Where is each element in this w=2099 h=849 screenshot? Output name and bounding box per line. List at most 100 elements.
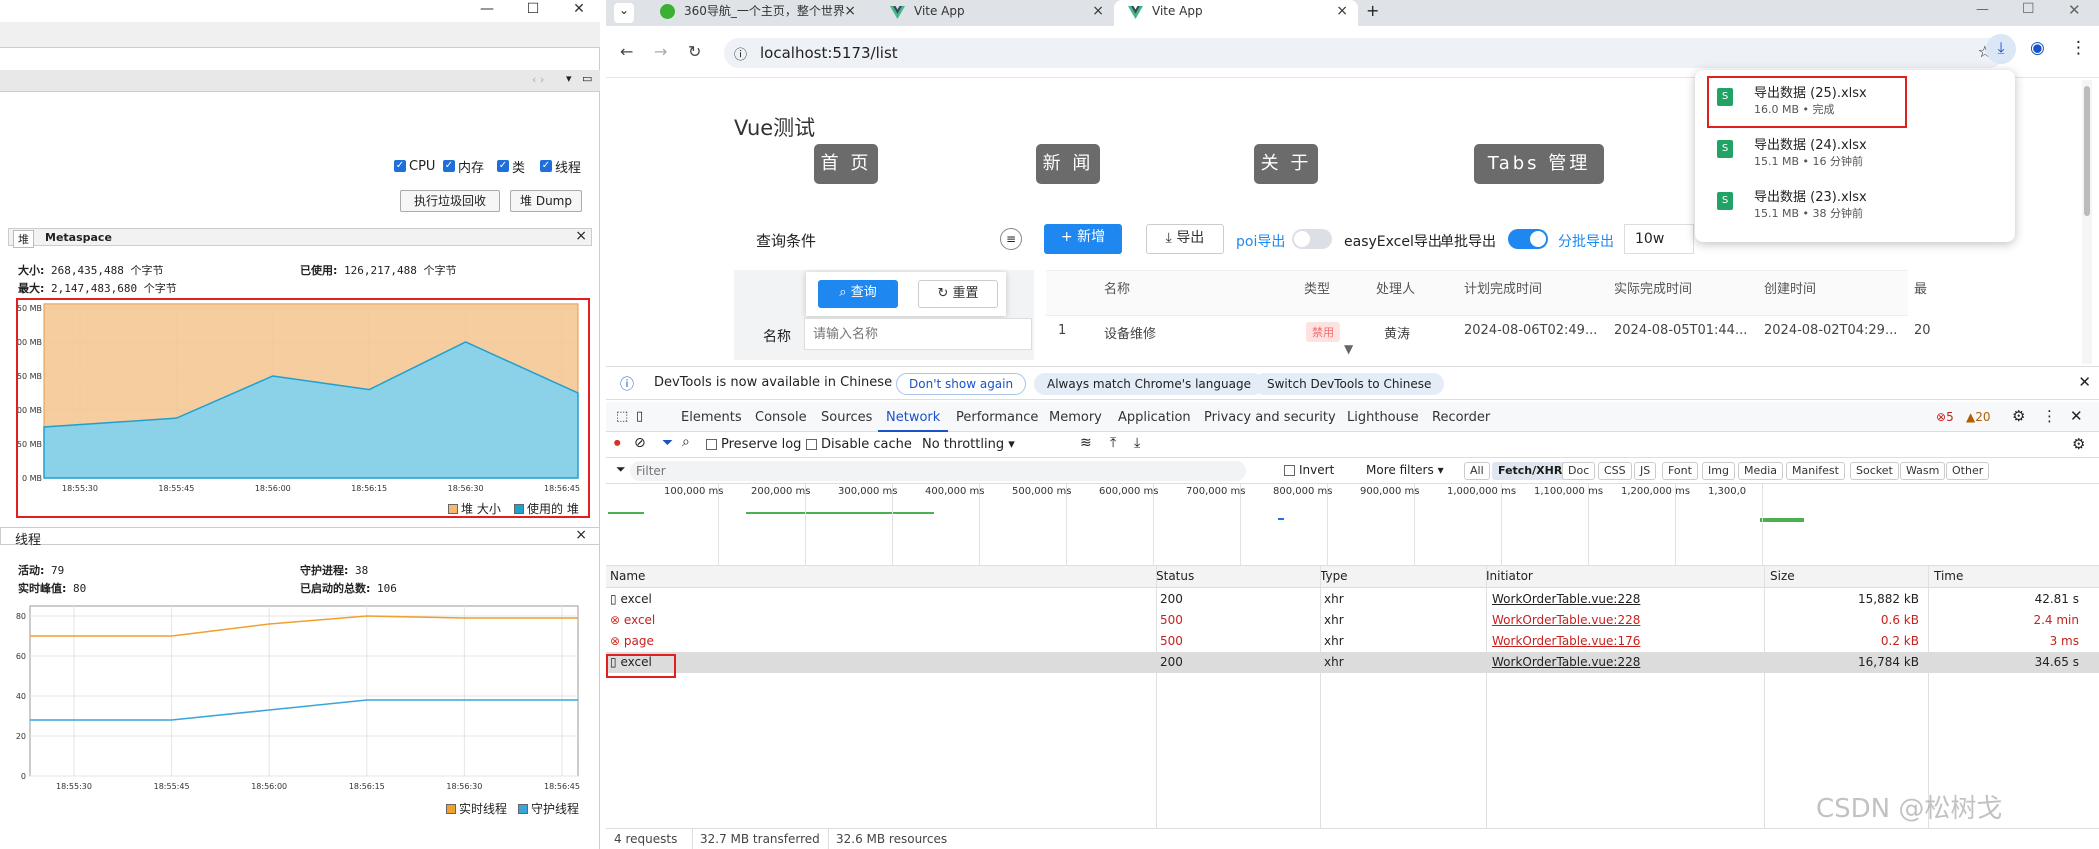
- batch-mode-toggle[interactable]: [1508, 229, 1548, 249]
- inspect-icon[interactable]: ⬚: [616, 409, 628, 424]
- forward-icon[interactable]: →: [654, 42, 667, 61]
- reset-button[interactable]: ↻ 重置: [918, 280, 998, 308]
- nav-about[interactable]: 关 于: [1254, 144, 1318, 184]
- close-icon[interactable]: ×: [1336, 0, 1348, 22]
- nav-arrows-icon[interactable]: ‹ ›: [532, 73, 544, 86]
- request-initiator[interactable]: WorkOrderTable.vue:228: [1492, 592, 1640, 606]
- request-initiator[interactable]: WorkOrderTable.vue:228: [1492, 613, 1640, 627]
- url-box[interactable]: ⓘ localhost:5173/list ☆: [724, 38, 2004, 68]
- settings-icon[interactable]: ⚙: [2012, 407, 2025, 425]
- more-icon[interactable]: ⋮: [2042, 407, 2057, 425]
- network-timeline[interactable]: 100,000 ms 200,000 ms 300,000 ms 400,000 ms…: [606, 484, 2099, 566]
- filter-chip-manifest[interactable]: Manifest: [1786, 462, 1845, 480]
- tab-vite-1[interactable]: Vite App ×: [876, 0, 1114, 26]
- close-button[interactable]: ✕: [556, 0, 602, 22]
- batch-size-input[interactable]: 10w: [1624, 224, 1694, 254]
- minimize-icon[interactable]: —: [1976, 2, 1989, 17]
- tab-vite-active[interactable]: Vite App ×: [1114, 0, 1358, 26]
- tab-lighthouse[interactable]: Lighthouse: [1347, 410, 1419, 425]
- maximize-icon[interactable]: ☐: [2022, 1, 2035, 17]
- tab-search-icon[interactable]: ⌄: [614, 3, 634, 23]
- tab-360[interactable]: 360导航_一个主页，整个世界 ×: [646, 0, 866, 26]
- download-item[interactable]: S 导出数据 (24).xlsx 15.1 MB • 16 分钟前: [1709, 128, 2009, 174]
- close-icon[interactable]: ×: [575, 527, 587, 543]
- clear-icon[interactable]: ⊘: [634, 435, 646, 451]
- tab-memory[interactable]: Memory: [1049, 410, 1102, 425]
- col-time[interactable]: Time: [1934, 569, 1963, 583]
- filter-input[interactable]: [630, 461, 1246, 481]
- disable-cache-checkbox[interactable]: Disable cache: [806, 437, 912, 452]
- col-size[interactable]: Size: [1770, 569, 1795, 583]
- table-row[interactable]: ⊗ page 500 xhr WorkOrderTable.vue:176 0.2 kB…: [606, 631, 2099, 652]
- col-type[interactable]: Type: [1320, 569, 1348, 583]
- tab-privacy[interactable]: Privacy and security: [1204, 410, 1336, 425]
- switch-language-button[interactable]: Switch DevTools to Chinese: [1254, 373, 1445, 395]
- wifi-icon[interactable]: ≋: [1080, 435, 1092, 451]
- site-info-icon[interactable]: ⓘ: [734, 44, 747, 63]
- dont-show-button[interactable]: Don't show again: [896, 373, 1027, 395]
- tab-application[interactable]: Application: [1118, 410, 1191, 425]
- filter-chip-all[interactable]: All: [1464, 462, 1490, 480]
- tab-console[interactable]: Console: [755, 410, 807, 425]
- filter-chip-font[interactable]: Font: [1662, 462, 1698, 480]
- filter-chip-media[interactable]: Media: [1738, 462, 1784, 480]
- filter-icon[interactable]: ⏷: [662, 435, 673, 451]
- gc-button[interactable]: 执行垃圾回收: [400, 190, 500, 212]
- nav-tabs-manage[interactable]: Tabs 管理: [1474, 144, 1604, 184]
- page-scrollbar[interactable]: [2082, 80, 2092, 364]
- threads-checkbox[interactable]: ✓ 线程: [540, 158, 581, 176]
- minimize-button[interactable]: —: [464, 0, 510, 22]
- heap-dump-button[interactable]: 堆 Dump: [510, 190, 582, 212]
- col-name[interactable]: Name: [610, 569, 645, 583]
- import-icon[interactable]: ⤒: [1110, 435, 1116, 451]
- throttling-select[interactable]: No throttling ▾: [922, 437, 1015, 452]
- tab-elements[interactable]: Elements: [681, 410, 742, 425]
- close-window-icon[interactable]: ✕: [2068, 1, 2081, 19]
- close-devtools-icon[interactable]: ✕: [2070, 407, 2083, 425]
- close-icon[interactable]: ×: [844, 0, 856, 22]
- filter-chip-css[interactable]: CSS: [1598, 462, 1632, 480]
- filter-chip-doc[interactable]: Doc: [1562, 462, 1596, 480]
- menu-icon[interactable]: ≡: [1000, 228, 1022, 250]
- maximize-button[interactable]: ☐: [510, 0, 556, 22]
- dropdown-arrow-icon[interactable]: ▼: [1344, 342, 1353, 356]
- profile-icon[interactable]: ◉: [2030, 38, 2045, 58]
- tab-recorder[interactable]: Recorder: [1432, 410, 1490, 425]
- filter-chip-img[interactable]: Img: [1702, 462, 1735, 480]
- tab-sources[interactable]: Sources: [821, 410, 872, 425]
- add-button[interactable]: + 新增: [1044, 224, 1122, 254]
- dropdown-icon[interactable]: ▾: [566, 72, 572, 85]
- classes-checkbox[interactable]: ✓ 类: [497, 158, 525, 176]
- request-initiator[interactable]: WorkOrderTable.vue:228: [1492, 655, 1640, 669]
- record-icon[interactable]: ⏺: [614, 436, 621, 451]
- error-count[interactable]: ⊗5: [1936, 410, 1954, 424]
- close-icon[interactable]: ✕: [2078, 373, 2091, 391]
- tab-metaspace[interactable]: Metaspace: [45, 231, 112, 244]
- filter-chip-js[interactable]: JS: [1634, 462, 1657, 480]
- filter-chip-wasm[interactable]: Wasm: [1900, 462, 1946, 480]
- new-tab-button[interactable]: +: [1366, 1, 1379, 20]
- export-icon[interactable]: ⤓: [1134, 435, 1140, 451]
- cpu-checkbox[interactable]: ✓ CPU: [394, 158, 435, 174]
- scrollbar-thumb[interactable]: [2084, 86, 2090, 216]
- device-toolbar-icon[interactable]: ▯: [636, 409, 643, 424]
- network-settings-icon[interactable]: ⚙: [2072, 435, 2085, 453]
- tab-performance[interactable]: Performance: [956, 410, 1038, 425]
- query-button[interactable]: ⌕ 查询: [818, 280, 898, 308]
- table-row[interactable]: ⊗ excel 500 xhr WorkOrderTable.vue:228 0.6 k…: [606, 610, 2099, 631]
- download-item[interactable]: S 导出数据 (23).xlsx 15.1 MB • 38 分钟前: [1709, 180, 2009, 226]
- close-icon[interactable]: ×: [575, 228, 587, 244]
- request-initiator[interactable]: WorkOrderTable.vue:176: [1492, 634, 1640, 648]
- col-initiator[interactable]: Initiator: [1486, 569, 1533, 583]
- warning-count[interactable]: ▲20: [1966, 410, 1991, 424]
- nav-news[interactable]: 新 闻: [1036, 144, 1100, 184]
- menu-icon[interactable]: ⋮: [2070, 38, 2087, 58]
- reload-icon[interactable]: ↻: [688, 42, 701, 61]
- nav-home[interactable]: 首 页: [814, 144, 878, 184]
- table-row[interactable]: ▯ excel 200 xhr WorkOrderTable.vue:228 16,78…: [606, 652, 2099, 673]
- restore-icon[interactable]: ▭: [582, 72, 592, 85]
- invert-checkbox[interactable]: Invert: [1284, 463, 1334, 477]
- filter-chip-other[interactable]: Other: [1946, 462, 1990, 480]
- more-filters-button[interactable]: More filters ▾: [1366, 463, 1444, 477]
- close-icon[interactable]: ×: [1092, 0, 1104, 22]
